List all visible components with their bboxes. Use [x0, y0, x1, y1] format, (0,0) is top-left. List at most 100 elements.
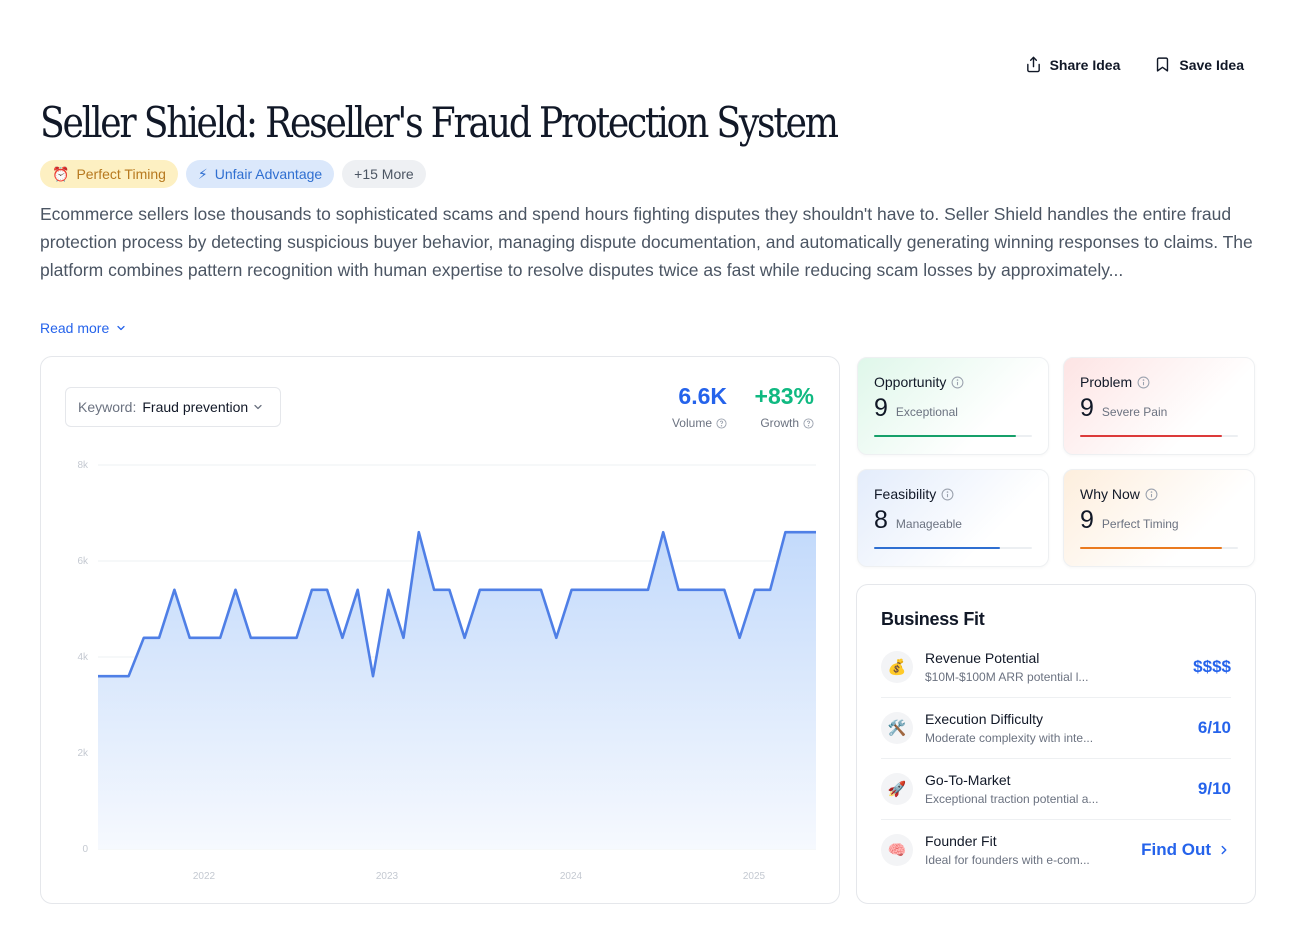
- score-progress-track: [874, 547, 1032, 549]
- fit-name: Founder Fit: [925, 832, 997, 849]
- score-row: 9 Exceptional: [874, 394, 1032, 423]
- volume-value: 6.6K: [678, 383, 727, 409]
- tag-label: +15 More: [354, 166, 414, 182]
- fit-subtext: Moderate complexity with inte...: [925, 731, 1094, 745]
- opportunity-score-card[interactable]: Opportunity 9 Exceptional: [857, 357, 1049, 455]
- keyword-label: Keyword:: [78, 399, 137, 415]
- score-progress-track: [874, 435, 1032, 437]
- find-out-label: Find Out: [1141, 839, 1211, 859]
- share-idea-label: Share Idea: [1049, 56, 1121, 73]
- rocket-icon: 🚀: [881, 773, 913, 805]
- top-actions: Share Idea Save Idea: [1025, 56, 1244, 73]
- help-icon[interactable]: [803, 417, 814, 429]
- share-idea-button[interactable]: Share Idea: [1025, 56, 1121, 73]
- fit-subtext: Exceptional traction potential a...: [925, 792, 1099, 806]
- score-value: 9: [874, 394, 888, 422]
- y-tick-label: 0: [82, 844, 88, 855]
- score-value: 9: [1080, 394, 1094, 422]
- money-bag-icon: 💰: [881, 651, 913, 683]
- fit-row-go-to-market[interactable]: 🚀 Go-To-Market Exceptional traction pote…: [881, 759, 1231, 820]
- tag-label: Unfair Advantage: [214, 166, 323, 182]
- tag-more[interactable]: +15 More: [342, 160, 426, 188]
- fit-text: Revenue Potential $10M-$100M ARR potenti…: [925, 650, 1193, 684]
- idea-description: Ecommerce sellers lose thousands to soph…: [40, 204, 1253, 280]
- keyword-trend-card: 0 2k 4k 6k 8k 2022 2023 2024 2025 Keyword: Fraud…: [40, 356, 840, 904]
- score-label: Feasibility: [874, 486, 937, 502]
- score-header: Why Now: [1080, 486, 1238, 502]
- score-row: 9 Severe Pain: [1080, 394, 1238, 423]
- chevron-down-icon: [117, 325, 125, 331]
- chevron-down-icon: [254, 404, 262, 410]
- x-tick-label: 2022: [193, 871, 216, 882]
- keyword-value: Fraud prevention: [142, 399, 249, 415]
- fit-value: $$$$: [1193, 657, 1231, 676]
- problem-score-card[interactable]: Problem 9 Severe Pain: [1063, 357, 1255, 455]
- score-value: 9: [1080, 506, 1094, 534]
- tag-perfect-timing[interactable]: ⏰ Perfect Timing: [40, 160, 178, 188]
- growth-metric: +83% Growth: [755, 383, 814, 430]
- fit-row-execution-difficulty[interactable]: 🛠️ Execution Difficulty Moderate complex…: [881, 698, 1231, 759]
- x-tick-label: 2025: [743, 871, 766, 882]
- share-icon: [1026, 56, 1040, 73]
- fit-text: Founder Fit Ideal for founders with e-co…: [925, 833, 1141, 867]
- score-label: Opportunity: [874, 374, 947, 390]
- growth-label: Growth: [760, 416, 799, 430]
- score-description: Manageable: [895, 517, 962, 531]
- trend-area: [98, 532, 816, 849]
- fit-subtext: Ideal for founders with e-com...: [925, 852, 1090, 867]
- fit-value: 6/10: [1197, 718, 1231, 737]
- feasibility-score-card[interactable]: Feasibility 8 Manageable: [857, 469, 1049, 567]
- read-more-label: Read more: [40, 320, 110, 336]
- fit-row-revenue-potential[interactable]: 💰 Revenue Potential $10M-$100M ARR poten…: [881, 637, 1231, 698]
- score-label: Why Now: [1080, 486, 1140, 502]
- tools-icon: 🛠️: [881, 712, 913, 744]
- score-header: Feasibility: [874, 486, 1032, 502]
- info-icon[interactable]: [1137, 376, 1150, 389]
- growth-value: +83%: [754, 383, 814, 409]
- volume-label-row: Volume: [672, 416, 727, 430]
- read-more-link[interactable]: Read more: [40, 320, 127, 336]
- x-tick-label: 2024: [560, 871, 583, 882]
- score-value: 8: [874, 506, 888, 534]
- why-now-score-card[interactable]: Why Now 9 Perfect Timing: [1063, 469, 1255, 567]
- fit-text: Execution Difficulty Moderate complexity…: [925, 711, 1198, 745]
- info-icon[interactable]: [941, 488, 954, 501]
- score-progress-fill: [874, 547, 1001, 549]
- score-progress-fill: [1080, 435, 1223, 437]
- growth-label-row: Growth: [755, 416, 814, 430]
- find-out-link[interactable]: Find Out: [1141, 840, 1231, 860]
- info-icon[interactable]: [1145, 488, 1158, 501]
- score-progress-track: [1080, 547, 1238, 549]
- page-title: Seller Shield: Reseller's Fraud Protecti…: [40, 98, 839, 147]
- fit-name: Go-To-Market: [925, 772, 1011, 788]
- score-header: Problem: [1080, 374, 1238, 390]
- chevron-right-icon: [1221, 845, 1227, 854]
- save-idea-button[interactable]: Save Idea: [1154, 56, 1244, 73]
- alarm-clock-icon: ⏰: [52, 165, 70, 182]
- fit-value: 9/10: [1197, 779, 1231, 798]
- fit-row-founder-fit[interactable]: 🧠 Founder Fit Ideal for founders with e-…: [881, 819, 1231, 880]
- fit-text: Go-To-Market Exceptional traction potent…: [925, 772, 1198, 806]
- x-tick-label: 2023: [376, 871, 399, 882]
- score-description: Exceptional: [895, 405, 958, 419]
- volume-label: Volume: [671, 416, 712, 430]
- y-tick-label: 8k: [77, 460, 89, 471]
- info-icon[interactable]: [951, 376, 964, 389]
- business-fit-card: Business Fit 💰 Revenue Potential $10M-$1…: [856, 584, 1256, 904]
- score-header: Opportunity: [874, 374, 1032, 390]
- bookmark-icon: [1157, 57, 1169, 72]
- tag-unfair-advantage[interactable]: ⚡ Unfair Advantage: [185, 160, 335, 188]
- help-icon[interactable]: [716, 417, 727, 429]
- lightning-icon: ⚡: [197, 165, 208, 182]
- tag-list: ⏰ Perfect Timing ⚡ Unfair Advantage +15 …: [40, 160, 426, 188]
- score-progress-fill: [874, 435, 1017, 437]
- tag-label: Perfect Timing: [76, 166, 166, 182]
- score-row: 9 Perfect Timing: [1080, 506, 1238, 535]
- score-label: Problem: [1080, 374, 1133, 390]
- fit-name: Execution Difficulty: [925, 711, 1044, 727]
- y-tick-label: 2k: [77, 748, 89, 759]
- save-idea-label: Save Idea: [1179, 56, 1244, 73]
- keyword-select[interactable]: Keyword: Fraud prevention: [65, 387, 281, 427]
- y-tick-label: 6k: [77, 556, 89, 567]
- brain-icon: 🧠: [881, 833, 913, 866]
